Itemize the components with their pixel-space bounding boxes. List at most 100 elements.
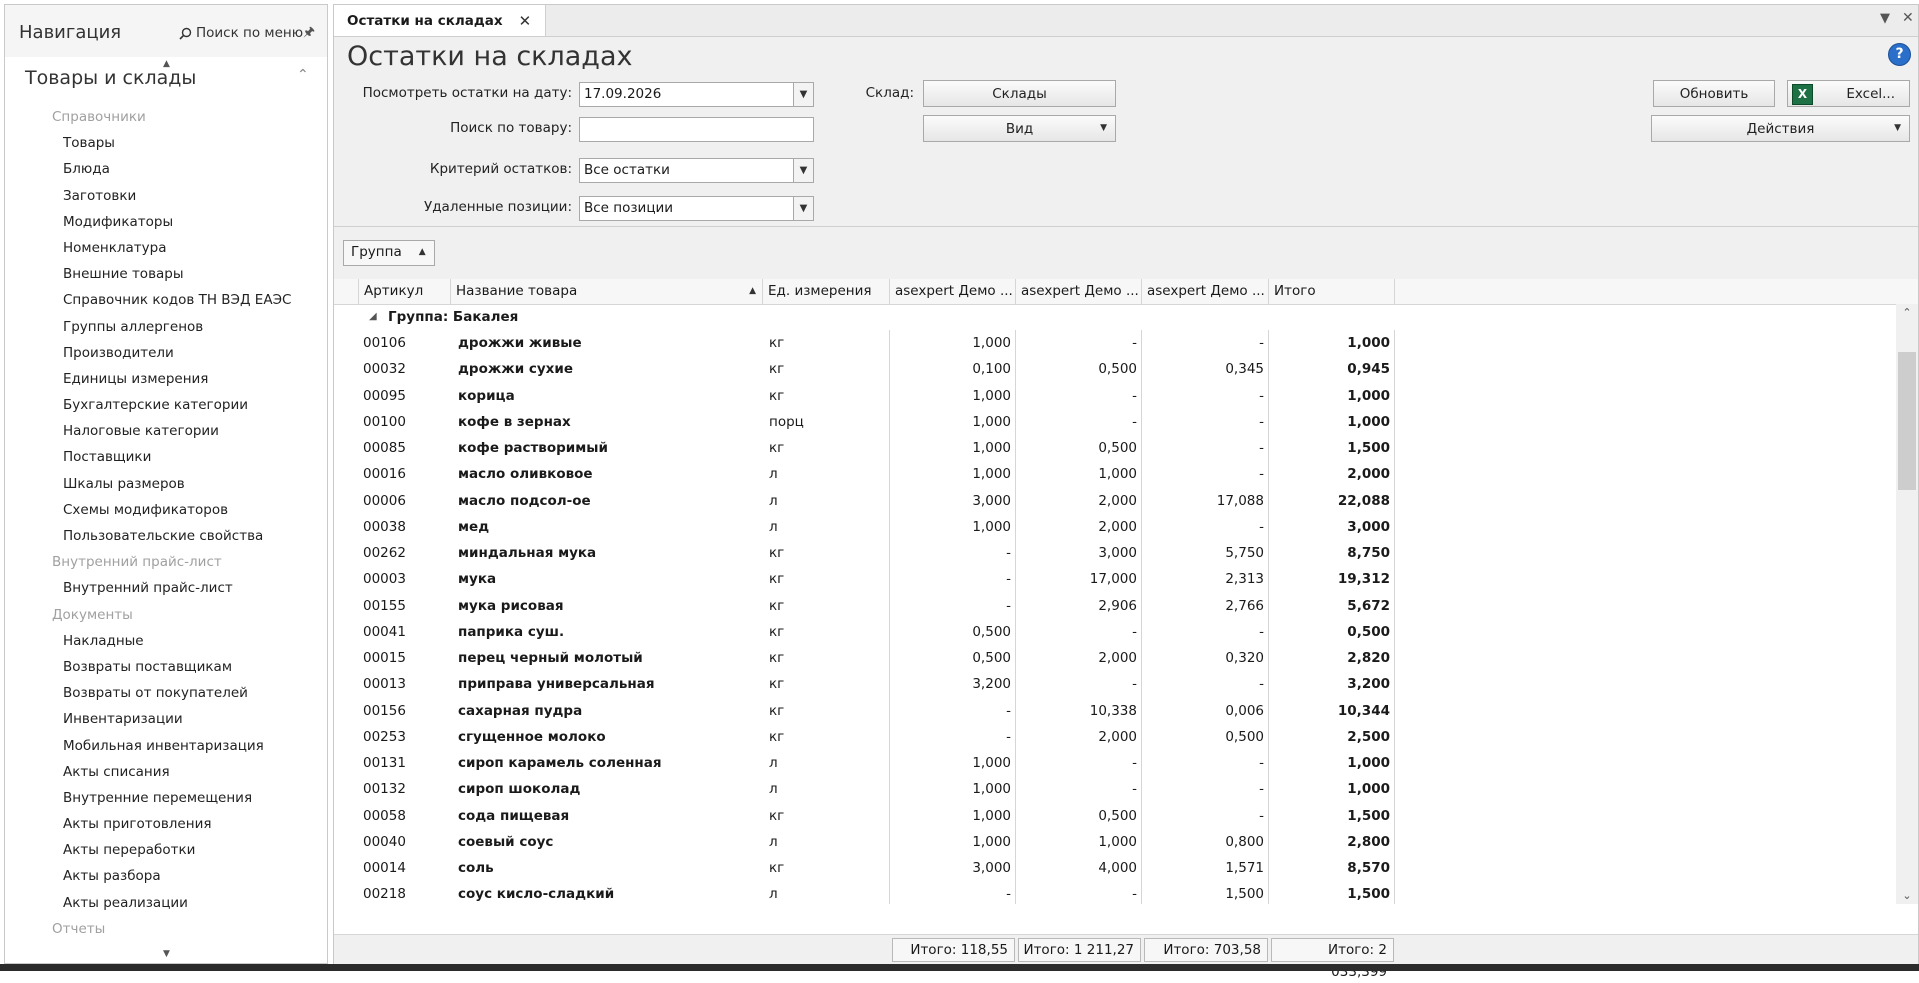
sidebar-item[interactable]: Группы аллергенов [5,314,327,340]
cell-warehouse-1: 1,000 [890,461,1016,488]
scroll-down-icon[interactable]: ⌄ [1896,889,1918,902]
column-header-warehouse-2[interactable]: asexpert Демо ... [1016,279,1142,304]
sidebar-item[interactable]: Внутренние перемещения [5,785,327,811]
sidebar-item[interactable]: Акты списания [5,759,327,785]
sidebar-item[interactable]: Справочник кодов ТН ВЭД ЕАЭС [5,287,327,313]
column-header-article[interactable]: Артикул [359,279,451,304]
sidebar-item[interactable]: Товары [5,130,327,156]
table-row[interactable]: 00041 паприка суш. кг 0,500- -0,500 [334,618,1894,645]
table-row[interactable]: 00013 приправа универсальная кг 3,200- -3,20… [334,671,1894,698]
actions-button[interactable]: Действия ▼ [1651,115,1910,142]
help-icon[interactable]: ? [1888,43,1911,66]
sidebar-item[interactable]: Единицы измерения [5,366,327,392]
table-row[interactable]: 00032 дрожжи сухие кг 0,100 0,500 0,345 0,945 [334,356,1894,383]
table-row[interactable]: 00253 сгущенное молоко кг -2,000 0,500 2,500 [334,723,1894,750]
sidebar-item[interactable]: Схемы модификаторов [5,497,327,523]
table-row[interactable]: 00085 кофе растворимый кг 1,000 0,500-1,500 [334,435,1894,462]
criteria-select[interactable]: Все остатки ▼ [579,158,814,183]
product-search-input[interactable] [579,117,814,142]
column-header-warehouse-1[interactable]: asexpert Демо ... [890,279,1016,304]
deleted-select[interactable]: Все позиции ▼ [579,196,814,221]
dropdown-icon[interactable]: ▼ [793,159,813,182]
sidebar-item[interactable]: Шкалы размеров [5,471,327,497]
dropdown-icon[interactable]: ▼ [793,197,813,220]
tab-menu-icon[interactable]: ▼ [1880,11,1890,26]
sidebar-item[interactable]: Акты реализации [5,890,327,916]
scroll-down-icon[interactable]: ▼ [163,949,170,959]
column-header-name[interactable]: Название товара ▲ [451,279,763,304]
sort-asc-icon: ▲ [418,247,426,257]
close-icon[interactable]: ✕ [519,12,532,30]
pin-icon[interactable]: 🖈 [303,23,315,45]
excel-button[interactable]: X Excel... [1787,80,1910,107]
group-row[interactable]: ◢ Группа: Бакалея [334,304,1894,330]
tab-stock-balances[interactable]: Остатки на складах ✕ [334,5,547,36]
column-header-unit[interactable]: Ед. измерения [763,279,890,304]
sidebar-item[interactable]: Бухгалтерские категории [5,392,327,418]
cell-unit: л [763,750,890,777]
cell-total: 3,200 [1269,671,1395,698]
sidebar-item[interactable]: Поставщики [5,444,327,470]
view-button[interactable]: Вид ▼ [923,115,1116,142]
table-row[interactable]: 00058 сода пищевая кг 1,000 0,500-1,500 [334,802,1894,829]
cell-warehouse-2: 2,000 [1016,513,1142,540]
table-row[interactable]: 00015 перец черный молотый кг 0,500 2,000 0,3… [334,645,1894,672]
table-row[interactable]: 00218 соус кисло-сладкий л - -1,500 1,500 [334,881,1894,904]
sidebar-item[interactable]: Пользовательские свойства [5,523,327,549]
sidebar-item[interactable]: Акты приготовления [5,811,327,837]
column-header-warehouse-3[interactable]: asexpert Демо ... [1142,279,1269,304]
scrollbar-thumb[interactable] [1898,352,1916,490]
table-row[interactable]: 00106 дрожжи живые кг 1,000- -1,000 [334,330,1894,357]
cell-warehouse-1: - [890,881,1016,904]
sidebar-item[interactable]: Модификаторы [5,209,327,235]
menu-search-button[interactable]: Поиск по меню [179,25,303,41]
collapse-group-icon[interactable]: ◢ [369,304,377,330]
sidebar-item[interactable]: Внутренний прайс-лист [5,575,327,601]
cell-product-name: приправа универсальная [458,676,655,693]
table-row[interactable]: 00095 корица кг 1,000- -1,000 [334,382,1894,409]
cell-product-name: дрожжи сухие [458,361,573,378]
sidebar-item[interactable]: Инвентаризации [5,706,327,732]
table-row[interactable]: 00038 мед л 1,000 2,000-3,000 [334,513,1894,540]
cell-product-name: кофе в зернах [458,413,571,430]
sidebar-item[interactable]: Заготовки [5,183,327,209]
sidebar-section-header[interactable]: ▲ Товары и склады ⌃ [5,57,327,97]
cell-total: 1,500 [1269,435,1395,462]
table-row[interactable]: 00262 миндальная мука кг -3,000 5,750 8,750 [334,540,1894,567]
sidebar-item[interactable]: Возвраты поставщикам [5,654,327,680]
sidebar-item[interactable]: Производители [5,340,327,366]
table-row[interactable]: 00040 соевый соус л 1,000 1,000 0,800 2,800 [334,828,1894,855]
column-header-total[interactable]: Итого [1269,279,1395,304]
table-row[interactable]: 00016 масло оливковое л 1,000 1,000-2,000 [334,461,1894,488]
table-row[interactable]: 00100 кофе в зернах порц 1,000- -1,000 [334,408,1894,435]
cell-unit: кг [763,592,890,619]
group-by-chip[interactable]: Группа ▲ [343,240,435,266]
vertical-scrollbar[interactable]: ⌃ ⌄ [1896,304,1918,904]
sidebar-item[interactable]: Акты переработки [5,837,327,863]
table-row[interactable]: 00003 мука кг -17,000 2,313 19,312 [334,566,1894,593]
cell-total: 22,088 [1269,487,1395,514]
table-row[interactable]: 00156 сахарная пудра кг -10,338 0,006 10,344 [334,697,1894,724]
sidebar-item[interactable]: Номенклатура [5,235,327,261]
sidebar-item[interactable]: Возвраты от покупателей [5,680,327,706]
sidebar-item[interactable]: Блюда [5,156,327,182]
refresh-button[interactable]: Обновить [1653,80,1775,107]
table-row[interactable]: 00006 масло подсол-ое л 3,000 2,000 17,088 22,… [334,487,1894,514]
table-row[interactable]: 00131 сироп карамель соленная л 1,000- -1,00… [334,750,1894,777]
sidebar-item[interactable]: Налоговые категории [5,418,327,444]
sidebar-item[interactable]: Мобильная инвентаризация [5,733,327,759]
table-row[interactable]: 00014 соль кг 3,000 4,000 1,571 8,570 [334,855,1894,882]
group-chip-label: Группа [351,244,402,260]
date-field[interactable]: 17.09.2026 ▼ [579,82,814,107]
close-window-icon[interactable]: ✕ [1902,10,1914,26]
sidebar-item[interactable]: Внешние товары [5,261,327,287]
scroll-up-icon[interactable]: ⌃ [1896,306,1918,319]
collapse-icon[interactable]: ⌃ [297,67,309,83]
warehouses-button[interactable]: Склады [923,80,1116,107]
sidebar-item[interactable]: Акты разбора [5,863,327,889]
sidebar-item[interactable]: Накладные [5,628,327,654]
cell-article: 00132 [363,781,406,798]
table-row[interactable]: 00155 мука рисовая кг -2,906 2,766 5,672 [334,592,1894,619]
table-row[interactable]: 00132 сироп шоколад л 1,000- -1,000 [334,776,1894,803]
cell-unit: л [763,487,890,514]
